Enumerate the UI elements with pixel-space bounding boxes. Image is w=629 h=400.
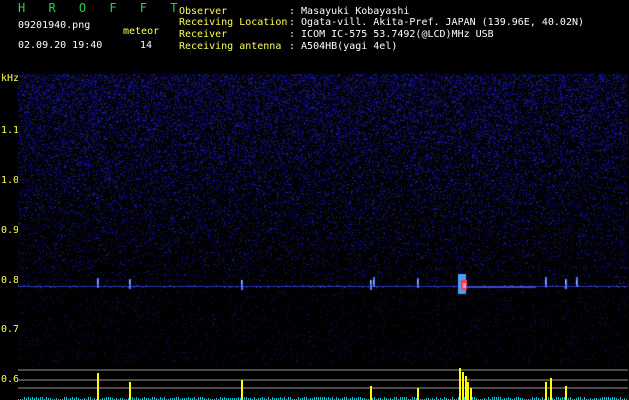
meteor-spike-bar (129, 382, 131, 400)
y-tick-label: 0.8 (1, 275, 20, 286)
meteor-spike-bar (470, 388, 472, 400)
y-tick-label: 1.1 (1, 125, 20, 136)
meteor-spike-bar (241, 380, 243, 400)
info-label-antenna: Receiving antenna (179, 41, 282, 52)
meteor-spike-bar (370, 386, 372, 400)
meteor-label: meteor (123, 26, 160, 37)
y-tick-label: 0.6 (1, 374, 20, 385)
info-label-observer: Observer (179, 6, 228, 17)
y-tick-label: 0.9 (1, 225, 20, 236)
meteor-count: 14 (140, 40, 153, 51)
meteor-spike-bar (550, 378, 552, 400)
y-tick-label: 0.7 (1, 324, 20, 335)
meteor-spike-bar (565, 386, 567, 400)
info-value-observer: : Masayuki Kobayashi (289, 6, 410, 17)
meteor-spike-bar (459, 368, 461, 400)
y-tick-label: 1.0 (1, 175, 20, 186)
meteor-spike-bar (545, 382, 547, 400)
info-label-receiver: Receiver (179, 29, 228, 40)
info-value-antenna: : A504HB(yagi 4el) (289, 41, 398, 52)
meteor-spike-bar (465, 376, 467, 400)
meteor-counter-panel (18, 368, 628, 400)
meteor-spike-bar (417, 388, 419, 400)
meteor-spike-bar (467, 382, 469, 400)
info-label-location: Receiving Location (179, 17, 288, 28)
meteor-spike-bar (97, 373, 99, 400)
info-value-location: : Ogata-vill. Akita-Pref. JAPAN (139.96E… (289, 17, 585, 28)
info-value-receiver: : ICOM IC-575 53.7492(@LCD)MHz USB (289, 29, 494, 40)
file-name: 09201940.png (18, 20, 91, 31)
spectrogram-canvas (18, 74, 628, 400)
meteor-spike-bar (462, 372, 464, 400)
datetime: 02.09.20 19:40 (18, 40, 103, 51)
header-panel: H R O F F T 09201940.png meteor 02.09.20… (0, 0, 629, 72)
unit-label: kHz (1, 73, 20, 84)
app-logo: H R O F F T (18, 1, 186, 15)
